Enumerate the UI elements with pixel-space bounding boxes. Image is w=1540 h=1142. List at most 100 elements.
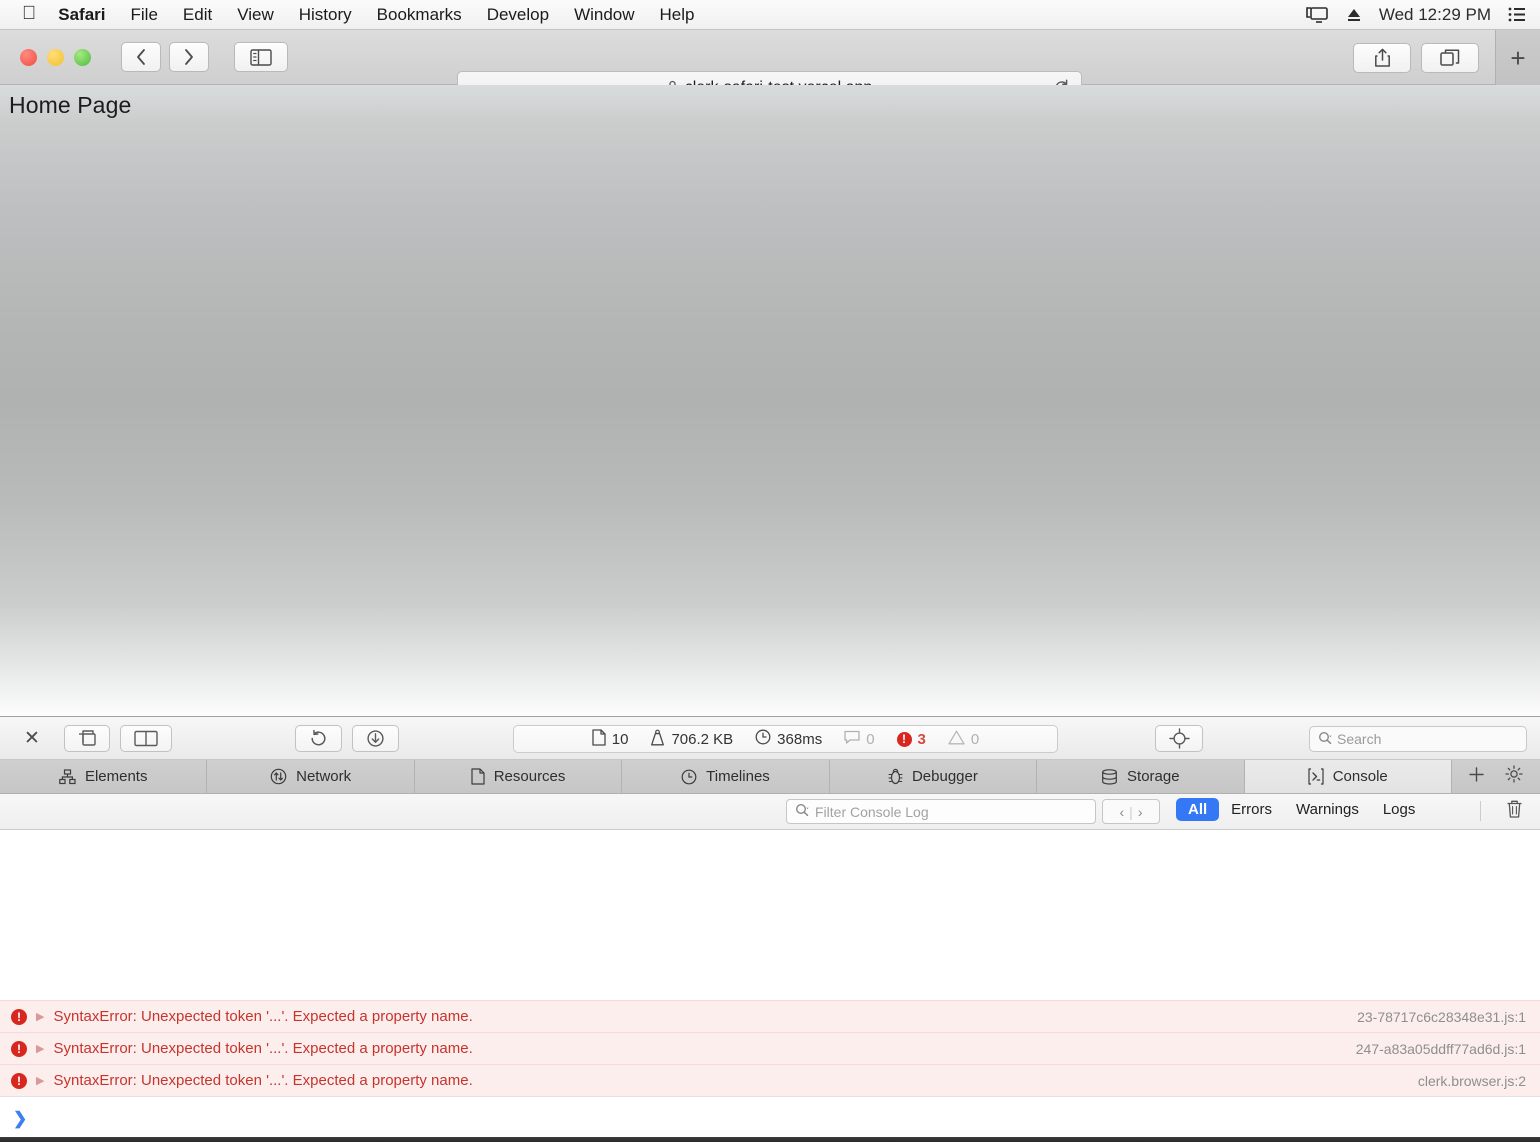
document-icon bbox=[471, 768, 485, 785]
search-icon bbox=[1318, 731, 1333, 748]
dock-buttons bbox=[64, 724, 172, 752]
close-window-button[interactable] bbox=[20, 48, 37, 66]
console-message-row[interactable]: ! ▶ SyntaxError: Unexpected token '...'.… bbox=[0, 1064, 1540, 1096]
page-stats-bar: 10 706.2 KB 368ms 0 ! 3 0 bbox=[513, 725, 1058, 753]
stat-error-count-value: 3 bbox=[917, 730, 926, 748]
inspector-toolbar: ✕ 10 706.2 KB 368ms 0 ! 3 0 Search bbox=[0, 717, 1540, 760]
close-inspector-button[interactable]: ✕ bbox=[20, 726, 44, 750]
web-inspector: ✕ 10 706.2 KB 368ms 0 ! 3 0 Search Eleme… bbox=[0, 717, 1540, 1141]
inspector-reload-group bbox=[295, 724, 399, 752]
console-message-row[interactable]: ! ▶ SyntaxError: Unexpected token '...'.… bbox=[0, 1032, 1540, 1064]
stat-transfer-size-value: 706.2 KB bbox=[671, 730, 734, 748]
page-heading: Home Page bbox=[9, 92, 132, 118]
minimize-window-button[interactable] bbox=[47, 48, 64, 66]
list-menu-icon[interactable] bbox=[1508, 7, 1526, 22]
console-scope-buttons: All Errors Warnings Logs bbox=[1176, 798, 1427, 821]
error-icon: ! bbox=[11, 1072, 27, 1089]
console-prompt-icon bbox=[1308, 768, 1324, 785]
menu-item-help[interactable]: Help bbox=[660, 5, 695, 25]
console-message-source[interactable]: 247-a83a05ddff77ad6d.js:1 bbox=[1356, 1041, 1526, 1057]
scope-logs[interactable]: Logs bbox=[1371, 798, 1428, 821]
reload-page-button[interactable] bbox=[295, 724, 342, 752]
page-viewport: Home Page bbox=[0, 85, 1540, 717]
stat-message-count-value: 0 bbox=[866, 730, 875, 748]
menu-item-develop[interactable]: Develop bbox=[487, 5, 549, 25]
console-message-list: ! ▶ SyntaxError: Unexpected token '...'.… bbox=[0, 1000, 1540, 1096]
tab-elements-label: Elements bbox=[84, 768, 148, 785]
network-arrows-icon bbox=[270, 768, 287, 785]
tab-resources[interactable]: Resources bbox=[415, 760, 623, 793]
stat-warning-count-value: 0 bbox=[970, 730, 980, 748]
inspector-tab-bar: Elements Network Resources Timelines Deb… bbox=[0, 760, 1540, 794]
disclosure-triangle-icon[interactable]: ▶ bbox=[36, 1074, 44, 1087]
tab-resources-label: Resources bbox=[493, 768, 566, 785]
plus-icon[interactable] bbox=[1468, 766, 1485, 788]
show-tabs-button[interactable] bbox=[1421, 42, 1479, 73]
menu-bar-clock[interactable]: Wed 12:29 PM bbox=[1379, 5, 1491, 25]
stat-load-time: 368ms bbox=[755, 729, 822, 749]
console-message-source[interactable]: clerk.browser.js:2 bbox=[1418, 1073, 1526, 1089]
trash-icon[interactable] bbox=[1505, 799, 1524, 819]
chevron-right-icon[interactable]: › bbox=[1138, 804, 1143, 820]
dock-split-button[interactable] bbox=[120, 724, 172, 752]
database-icon bbox=[1101, 768, 1118, 785]
console-log-area[interactable]: Console cleared at 12:29:42 PM ! ▶ Synta… bbox=[0, 830, 1540, 1141]
toolbar-right-group: + bbox=[1353, 30, 1540, 85]
tab-debugger[interactable]: Debugger bbox=[830, 760, 1038, 793]
console-prompt-row[interactable]: ❯ bbox=[0, 1096, 1540, 1141]
stat-error-count: ! 3 bbox=[896, 730, 926, 748]
forward-button[interactable] bbox=[169, 42, 209, 72]
stat-resource-count: 10 bbox=[592, 728, 629, 750]
stat-message-count: 0 bbox=[844, 730, 875, 749]
inspector-search-input[interactable]: Search bbox=[1309, 726, 1527, 752]
apple-logo-icon[interactable]:  bbox=[22, 4, 36, 23]
inspect-element-button[interactable] bbox=[1155, 725, 1203, 752]
search-icon bbox=[795, 803, 810, 820]
stat-resource-count-value: 10 bbox=[611, 730, 629, 748]
chevron-left-icon[interactable]: ‹ bbox=[1120, 804, 1125, 820]
tab-bar-extras bbox=[1452, 760, 1540, 793]
dock-detached-button[interactable] bbox=[64, 724, 110, 752]
new-tab-button[interactable]: + bbox=[1495, 30, 1540, 85]
share-button[interactable] bbox=[1353, 42, 1411, 73]
tab-console-label: Console bbox=[1332, 768, 1388, 785]
disclosure-triangle-icon[interactable]: ▶ bbox=[36, 1042, 44, 1055]
menu-item-edit[interactable]: Edit bbox=[183, 5, 212, 25]
filter-nav-arrows[interactable]: ‹ | › bbox=[1102, 799, 1160, 824]
menu-item-history[interactable]: History bbox=[299, 5, 352, 25]
scope-errors[interactable]: Errors bbox=[1219, 798, 1284, 821]
back-button[interactable] bbox=[121, 42, 161, 72]
tab-storage-label: Storage bbox=[1127, 768, 1180, 785]
console-message-row[interactable]: ! ▶ SyntaxError: Unexpected token '...'.… bbox=[0, 1000, 1540, 1032]
stat-transfer-size: 706.2 KB bbox=[650, 729, 733, 750]
zoom-window-button[interactable] bbox=[74, 48, 91, 66]
tab-network[interactable]: Network bbox=[207, 760, 415, 793]
console-filter-placeholder: Filter Console Log bbox=[815, 803, 929, 820]
safari-window: clerk-safari-test.vercel.app + Home Page… bbox=[0, 30, 1540, 1142]
scope-warnings[interactable]: Warnings bbox=[1284, 798, 1371, 821]
tab-console[interactable]: Console bbox=[1244, 760, 1452, 793]
sidebar-toggle-button[interactable] bbox=[234, 42, 288, 72]
tab-debugger-label: Debugger bbox=[911, 768, 978, 785]
tab-timelines[interactable]: Timelines bbox=[622, 760, 830, 793]
gear-icon[interactable] bbox=[1505, 765, 1524, 788]
error-icon: ! bbox=[11, 1008, 27, 1025]
tab-network-label: Network bbox=[296, 768, 352, 785]
menu-item-safari[interactable]: Safari bbox=[58, 5, 105, 25]
tab-storage[interactable]: Storage bbox=[1037, 760, 1245, 793]
console-message-source[interactable]: 23-78717c6c28348e31.js:1 bbox=[1357, 1009, 1526, 1025]
console-filter-bar: Filter Console Log ‹ | › All Errors Warn… bbox=[0, 794, 1540, 830]
elements-tree-icon bbox=[59, 768, 76, 785]
menu-item-window[interactable]: Window bbox=[574, 5, 634, 25]
download-button[interactable] bbox=[352, 724, 399, 752]
tab-elements[interactable]: Elements bbox=[0, 760, 208, 793]
display-mirroring-icon[interactable] bbox=[1305, 6, 1329, 24]
console-filter-input[interactable]: Filter Console Log bbox=[786, 799, 1096, 824]
warning-icon bbox=[948, 730, 965, 749]
scope-all[interactable]: All bbox=[1176, 798, 1220, 821]
menu-item-view[interactable]: View bbox=[237, 5, 274, 25]
eject-icon[interactable] bbox=[1346, 7, 1362, 23]
menu-item-bookmarks[interactable]: Bookmarks bbox=[377, 5, 462, 25]
menu-item-file[interactable]: File bbox=[131, 5, 158, 25]
disclosure-triangle-icon[interactable]: ▶ bbox=[36, 1010, 44, 1023]
